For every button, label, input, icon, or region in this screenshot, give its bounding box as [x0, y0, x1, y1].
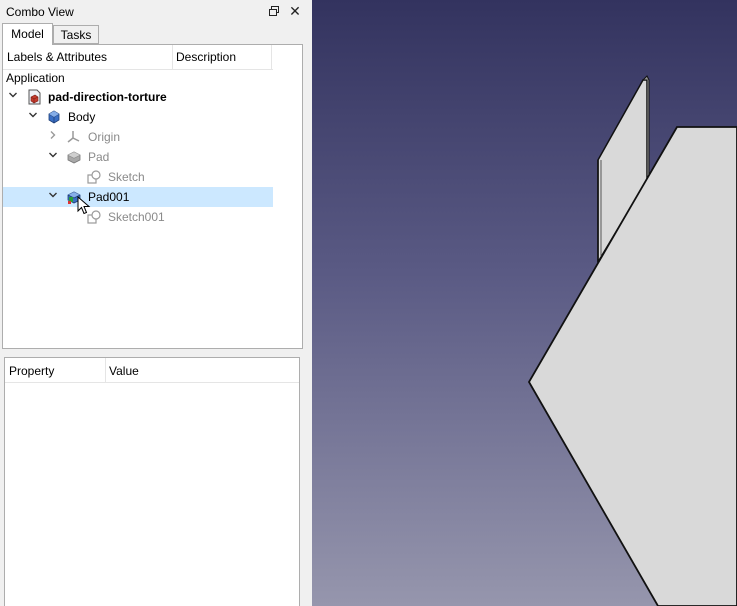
body-icon: [46, 109, 62, 125]
tab-tasks[interactable]: Tasks: [53, 25, 99, 44]
property-header: Property Value: [5, 358, 299, 383]
tree-item-label: Body: [68, 110, 96, 124]
tree-item-pad001[interactable]: Pad001: [3, 187, 273, 207]
tree-item-origin[interactable]: Origin: [3, 127, 273, 147]
tree-header: Labels & Attributes Description: [3, 45, 273, 70]
origin-icon: [66, 129, 82, 145]
document-icon: [26, 89, 42, 105]
3d-viewport[interactable]: [312, 0, 737, 606]
mouse-cursor-icon: [77, 196, 91, 215]
combo-view-panel: Combo View ✕ Model Tasks Labels & Attrib…: [0, 0, 309, 606]
tree-item-body[interactable]: Body: [3, 107, 273, 127]
column-description[interactable]: Description: [176, 50, 236, 64]
column-labels-attributes[interactable]: Labels & Attributes: [7, 50, 107, 64]
column-divider[interactable]: [271, 45, 272, 69]
sketch-icon: [86, 169, 102, 185]
combo-view-titlebar: Combo View ✕: [0, 0, 309, 23]
column-divider[interactable]: [172, 45, 173, 69]
chevron-down-icon[interactable]: [47, 190, 59, 202]
tree-root-label: Application: [6, 71, 65, 85]
model-tree[interactable]: Labels & Attributes Description Applicat…: [2, 44, 303, 349]
tree-item-label: pad-direction-torture: [48, 90, 167, 104]
tree-item-label: Origin: [88, 130, 121, 144]
tree-item-label: Pad001: [88, 190, 130, 204]
chevron-right-icon[interactable]: [47, 130, 59, 142]
float-window-icon[interactable]: [266, 3, 282, 19]
tree-item-label: Sketch001: [108, 210, 165, 224]
model-geometry[interactable]: [312, 0, 737, 606]
column-property[interactable]: Property: [9, 364, 54, 378]
tree-item-pad[interactable]: Pad: [3, 147, 273, 167]
tree-item-sketch[interactable]: Sketch: [3, 167, 273, 187]
chevron-down-icon[interactable]: [27, 110, 39, 122]
tree-root-application[interactable]: Application: [3, 68, 273, 88]
tree-item-label: Pad: [88, 150, 110, 164]
tree-item-document[interactable]: pad-direction-torture: [3, 87, 273, 107]
column-value[interactable]: Value: [109, 364, 139, 378]
chevron-down-icon[interactable]: [47, 150, 59, 162]
tree-item-sketch001[interactable]: Sketch001: [3, 207, 273, 227]
column-divider[interactable]: [105, 358, 106, 382]
tree-item-label: Sketch: [108, 170, 145, 184]
pad-icon: [66, 149, 82, 165]
chevron-down-icon[interactable]: [7, 90, 19, 102]
combo-view-title: Combo View: [6, 5, 74, 19]
tab-model[interactable]: Model: [2, 23, 53, 45]
property-view[interactable]: Property Value: [4, 357, 300, 606]
close-icon[interactable]: ✕: [287, 3, 303, 19]
